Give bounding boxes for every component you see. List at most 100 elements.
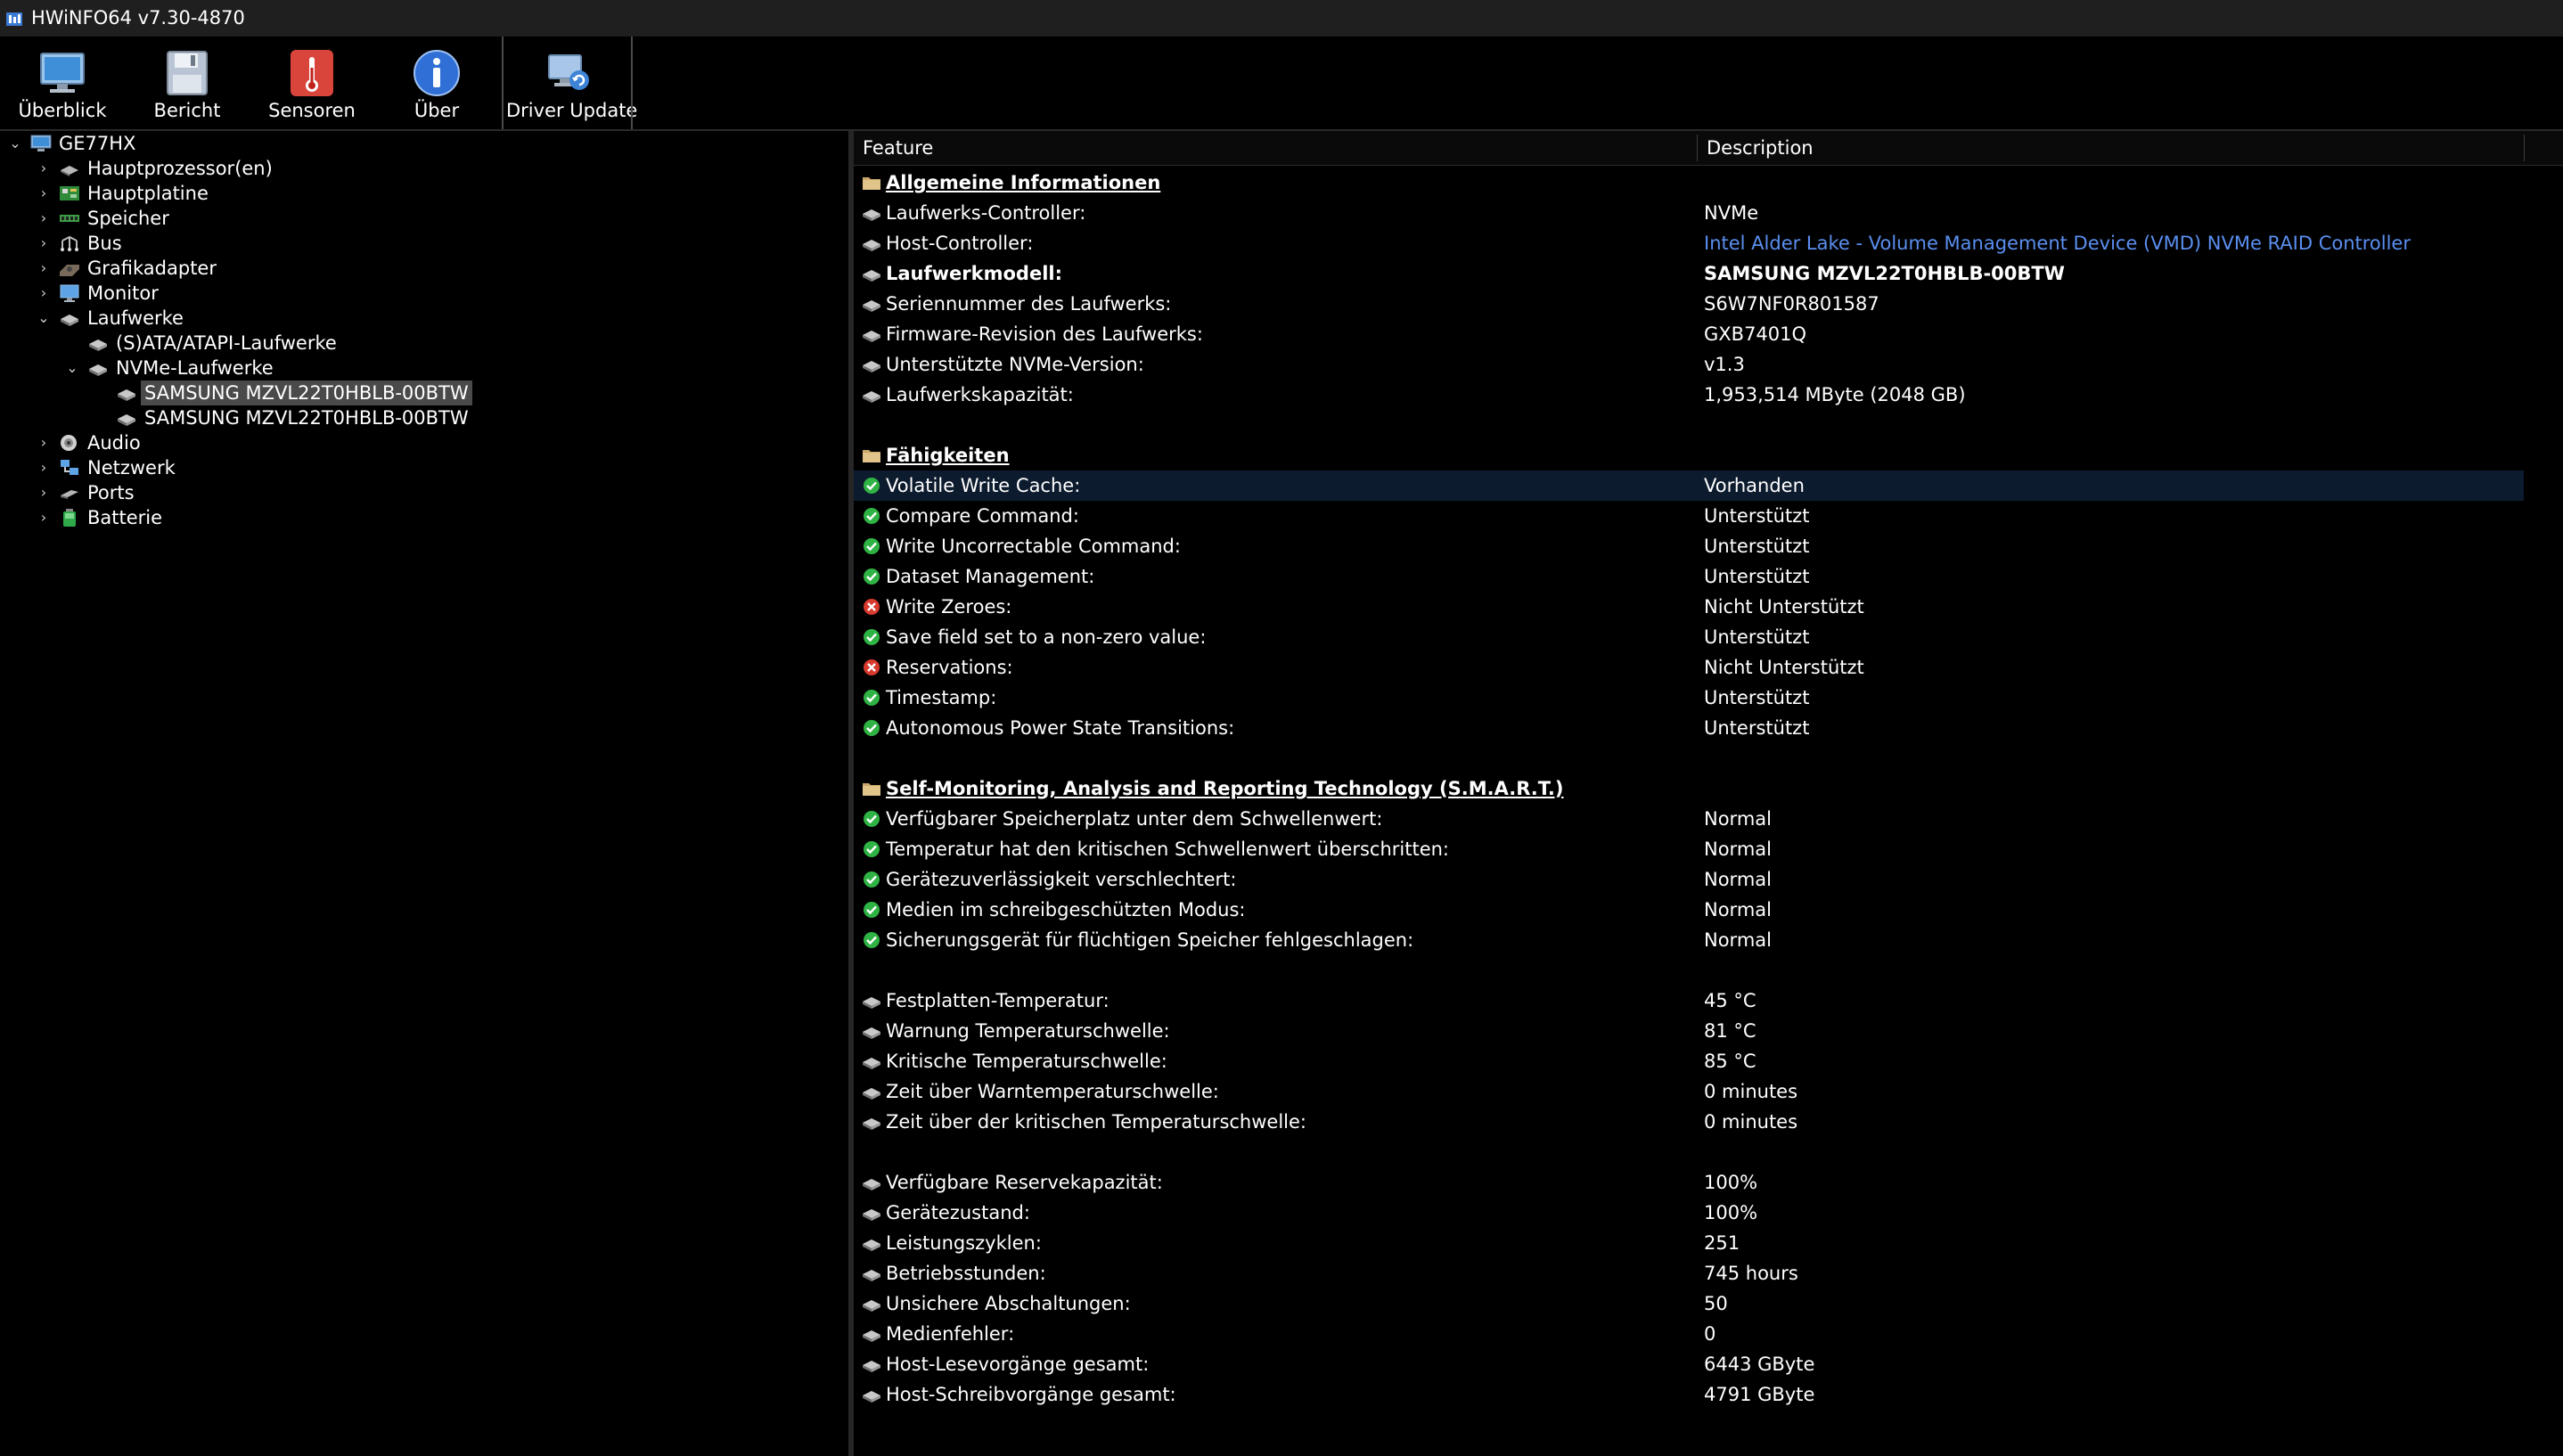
detail-row[interactable]: Medienfehler: 0 — [854, 1319, 2524, 1349]
chevron-down-icon[interactable]: ⌄ — [37, 306, 50, 331]
memory-icon — [60, 215, 79, 222]
graphics-card-icon — [60, 265, 79, 276]
overview-button[interactable]: Überblick — [0, 37, 125, 129]
tree-item-ge77hx[interactable]: ⌄ GE77HX — [0, 131, 848, 156]
tree-item-nvme-drives[interactable]: ⌄ NVMe-Laufwerke — [0, 356, 848, 380]
tree-item-label: Hauptprozessor(en) — [87, 158, 273, 179]
chevron-right-icon[interactable]: › — [37, 505, 50, 530]
about-button[interactable]: Über — [374, 37, 499, 129]
sensors-label: Sensoren — [268, 100, 356, 121]
detail-row[interactable]: Gerätezustand: 100% — [854, 1198, 2524, 1228]
report-label: Bericht — [153, 100, 221, 121]
detail-row[interactable]: Laufwerks-Controller: NVMe — [854, 198, 2524, 228]
detail-row[interactable]: Compare Command: Unterstützt — [854, 501, 2524, 531]
feature-text: Save field set to a non-zero value: — [886, 626, 1207, 648]
detail-row[interactable]: Write Uncorrectable Command: Unterstützt — [854, 531, 2524, 561]
bus-icon — [61, 235, 78, 251]
drive-icon — [863, 361, 880, 372]
detail-row[interactable]: Unsichere Abschaltungen: 50 — [854, 1288, 2524, 1319]
detail-row[interactable]: Volatile Write Cache: Vorhanden — [854, 470, 2524, 501]
section-header[interactable]: Self-Monitoring, Analysis and Reporting … — [854, 773, 2524, 804]
detail-row[interactable]: Dataset Management: Unterstützt — [854, 561, 2524, 592]
detail-row[interactable]: Sicherungsgerät für flüchtigen Speicher … — [854, 925, 2524, 955]
tree-item-memory[interactable]: › Speicher — [0, 206, 848, 231]
detail-row[interactable]: Leistungszyklen: 251 — [854, 1228, 2524, 1258]
tree-item-motherboard[interactable]: › Hauptplatine — [0, 181, 848, 206]
chevron-down-icon[interactable]: ⌄ — [66, 356, 78, 380]
drive-icon — [863, 1330, 880, 1342]
detail-row[interactable]: Unterstützte NVMe-Version: v1.3 — [854, 349, 2524, 380]
feature-text: Temperatur hat den kritischen Schwellenw… — [886, 838, 1450, 860]
driver-update-button[interactable]: Driver Update — [506, 37, 637, 129]
chevron-right-icon[interactable]: › — [37, 181, 50, 206]
section-header[interactable]: Fähigkeiten — [854, 440, 2524, 470]
tree-item-network[interactable]: › Netzwerk — [0, 455, 848, 480]
detail-row[interactable]: Timestamp: Unterstützt — [854, 683, 2524, 713]
folder-icon — [863, 450, 880, 462]
detail-row[interactable]: Zeit über der kritischen Temperaturschwe… — [854, 1107, 2524, 1137]
detail-row[interactable]: Medien im schreibgeschützten Modus: Norma… — [854, 895, 2524, 925]
device-tree[interactable]: ⌄ GE77HX › Hauptprozessor(en) › Hauptpla… — [0, 131, 848, 1456]
detail-row[interactable]: Laufwerkmodell: SAMSUNG MZVL22T0HBLB-00BT… — [854, 258, 2524, 289]
detail-row[interactable]: Betriebsstunden: 745 hours — [854, 1258, 2524, 1288]
feature-text: Zeit über Warntemperaturschwelle: — [886, 1081, 1219, 1102]
section-header[interactable]: Allgemeine Informationen — [854, 168, 2524, 198]
chevron-right-icon[interactable]: › — [37, 256, 50, 281]
chevron-right-icon[interactable]: › — [37, 430, 50, 455]
chevron-right-icon[interactable]: › — [37, 206, 50, 231]
tree-item-battery[interactable]: › Batterie — [0, 505, 848, 530]
detail-row[interactable]: Festplatten-Temperatur: 45 °C — [854, 986, 2524, 1016]
tree-item-sata-drives[interactable]: (S)ATA/ATAPI-Laufwerke — [0, 331, 848, 356]
detail-row[interactable]: Save field set to a non-zero value: Unter… — [854, 622, 2524, 652]
chevron-right-icon[interactable]: › — [37, 455, 50, 480]
chevron-down-icon[interactable]: ⌄ — [9, 131, 21, 156]
detail-row[interactable]: Seriennummer des Laufwerks: S6W7NF0R80158… — [854, 289, 2524, 319]
description-text: 100% — [1704, 1202, 1758, 1223]
tree-item-ports[interactable]: › Ports — [0, 480, 848, 505]
sensors-button[interactable]: Sensoren — [250, 37, 374, 129]
detail-row[interactable]: Host-Controller: Intel Alder Lake - Volum… — [854, 228, 2524, 258]
chevron-right-icon[interactable]: › — [37, 480, 50, 505]
tree-item-samsung-drive-2[interactable]: SAMSUNG MZVL22T0HBLB-00BTW — [0, 405, 848, 430]
tree-item-bus[interactable]: › Bus — [0, 231, 848, 256]
check-icon — [864, 902, 880, 918]
tree-item-cpu[interactable]: › Hauptprozessor(en) — [0, 156, 848, 181]
detail-row[interactable]: Temperatur hat den kritischen Schwellenw… — [854, 834, 2524, 864]
detail-row[interactable]: Host-Lesevorgänge gesamt: 6443 GByte — [854, 1349, 2524, 1379]
column-header-feature[interactable]: Feature — [854, 131, 1697, 165]
folder-icon — [863, 783, 880, 796]
detail-row[interactable]: Reservations: Nicht Unterstützt — [854, 652, 2524, 683]
feature-text: Laufwerks-Controller: — [886, 202, 1086, 224]
detail-row[interactable]: Gerätezuverlässigkeit verschlechtert: Nor… — [854, 864, 2524, 895]
detail-row[interactable]: Autonomous Power State Transitions: Unter… — [854, 713, 2524, 743]
detail-row[interactable]: Laufwerkskapazität: 1,953,514 MByte (2048… — [854, 380, 2524, 410]
description-text: 85 °C — [1704, 1051, 1756, 1072]
detail-row[interactable]: Zeit über Warntemperaturschwelle: 0 minut… — [854, 1076, 2524, 1107]
detail-row[interactable]: Kritische Temperaturschwelle: 85 °C — [854, 1046, 2524, 1076]
tree-item-drives[interactable]: ⌄ Laufwerke — [0, 306, 848, 331]
column-divider[interactable] — [2524, 135, 2525, 161]
detail-row[interactable]: Firmware-Revision des Laufwerks: GXB7401Q — [854, 319, 2524, 349]
description-text: 0 — [1704, 1323, 1716, 1345]
detail-row[interactable]: Host-Schreibvorgänge gesamt: 4791 GByte — [854, 1379, 2524, 1410]
detail-row[interactable]: Warnung Temperaturschwelle: 81 °C — [854, 1016, 2524, 1046]
chevron-right-icon[interactable]: › — [37, 156, 50, 181]
report-button[interactable]: Bericht — [125, 37, 250, 129]
tree-item-samsung-drive-1[interactable]: SAMSUNG MZVL22T0HBLB-00BTW — [0, 380, 848, 405]
tree-item-graphics[interactable]: › Grafikadapter — [0, 256, 848, 281]
detail-row[interactable]: Verfügbarer Speicherplatz unter dem Schw… — [854, 804, 2524, 834]
description-text[interactable]: Intel Alder Lake - Volume Management Dev… — [1704, 228, 2411, 258]
tree-item-monitor[interactable]: › Monitor — [0, 281, 848, 306]
hwinfo-app-icon — [6, 12, 22, 26]
description-text: 251 — [1704, 1232, 1740, 1254]
chevron-right-icon[interactable]: › — [37, 231, 50, 256]
description-text: 0 minutes — [1704, 1081, 1798, 1102]
detail-row[interactable]: Write Zeroes: Nicht Unterstützt — [854, 592, 2524, 622]
feature-text: Kritische Temperaturschwelle: — [886, 1051, 1167, 1072]
chevron-right-icon[interactable]: › — [37, 281, 50, 306]
detail-row[interactable]: Verfügbare Reservekapazität: 100% — [854, 1167, 2524, 1198]
column-header-description[interactable]: Description — [1698, 131, 2482, 165]
description-text: 4791 GByte — [1704, 1384, 1815, 1405]
check-icon — [864, 811, 880, 827]
tree-item-audio[interactable]: › Audio — [0, 430, 848, 455]
